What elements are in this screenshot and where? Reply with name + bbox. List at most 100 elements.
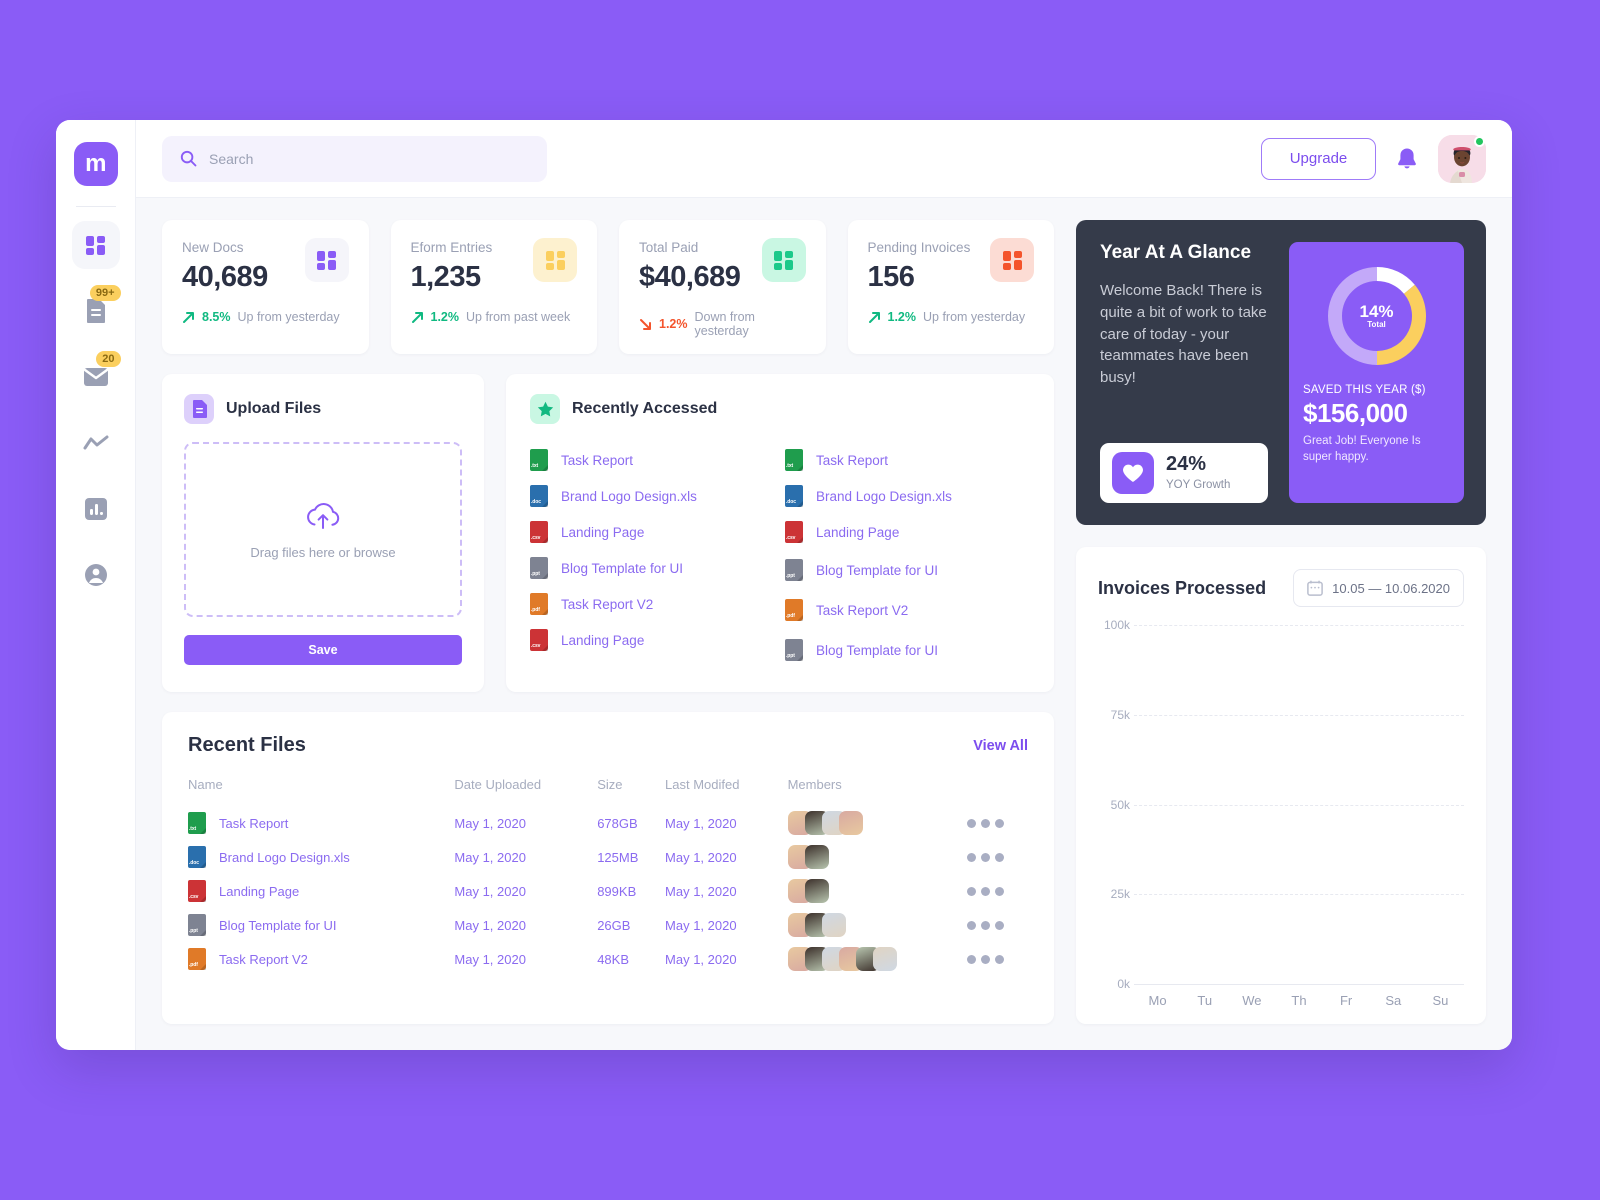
sidebar-item-reports[interactable] (72, 485, 120, 533)
file-type-icon: .csv (785, 521, 803, 543)
file-name[interactable]: Landing Page (219, 884, 299, 899)
cell-actions[interactable] (967, 806, 1028, 840)
list-item[interactable]: .doc Brand Logo Design.xls (785, 478, 1030, 514)
stat-value: 1,235 (410, 261, 482, 293)
right-column: Year At A Glance Welcome Back! There is … (1076, 220, 1486, 1024)
upgrade-button[interactable]: Upgrade (1261, 137, 1376, 180)
file-name: Task Report V2 (816, 602, 909, 618)
sidebar-item-documents[interactable]: 99+ (72, 285, 121, 335)
stat-card: Eform Entries 1,235 1.2% Up from past week (390, 220, 597, 354)
cell-actions[interactable] (967, 942, 1028, 976)
avatar[interactable] (1438, 134, 1486, 183)
list-item[interactable]: .csv Landing Page (530, 514, 775, 550)
stat-note: Up from yesterday (923, 310, 1026, 324)
upload-panel-header: Upload Files (184, 394, 462, 424)
avatar (838, 811, 863, 835)
app-logo[interactable]: m (73, 142, 118, 186)
main-area: Search Upgrade New Docs 40,689 8.5% Up f… (136, 120, 1512, 1050)
y-axis-tick-label: 75k (1110, 707, 1130, 722)
sidebar-item-profile[interactable] (72, 551, 120, 599)
stat-percent: 1.2% (887, 310, 917, 324)
x-axis-tick-label: Fr (1339, 993, 1353, 1008)
stat-cards-row: New Docs 40,689 8.5% Up from yesterday Eform… (162, 220, 1054, 354)
kebab-menu-icon[interactable] (967, 886, 1028, 896)
cell-actions[interactable] (967, 840, 1028, 874)
search-input[interactable]: Search (162, 135, 547, 182)
member-avatars (787, 811, 967, 835)
file-name[interactable]: Task Report V2 (219, 952, 308, 967)
table-row[interactable]: .csv Landing Page May 1, 2020 899KB May 1, 2… (188, 874, 1028, 908)
content: New Docs 40,689 8.5% Up from yesterday Eform… (136, 198, 1512, 1050)
member-avatars (787, 913, 967, 937)
x-axis-tick-label: We (1242, 993, 1262, 1008)
chart-gridline (1134, 984, 1464, 985)
kebab-menu-icon[interactable] (967, 954, 1028, 964)
file-name[interactable]: Brand Logo Design.xls (219, 850, 350, 865)
list-item[interactable]: .ppt Blog Template for UI (785, 550, 1030, 590)
bar-chart-icon (84, 498, 107, 520)
member-avatars (787, 947, 967, 971)
stat-icon (990, 238, 1034, 282)
stat-note: Up from yesterday (237, 310, 340, 324)
file-name[interactable]: Task Report (219, 816, 288, 831)
list-item[interactable]: .pdf Task Report V2 (530, 586, 775, 622)
donut-center-percent: 14% (1359, 301, 1394, 321)
user-circle-icon (84, 563, 108, 587)
cell-size: 678GB (597, 815, 638, 831)
y-axis-tick-label: 100k (1103, 618, 1130, 632)
view-all-link[interactable]: View All (973, 738, 1028, 754)
yag-title: Year At A Glance (1100, 242, 1252, 263)
table-row[interactable]: .pdf Task Report V2 May 1, 2020 48KB May 1, … (188, 942, 1028, 976)
document-upload-icon (184, 394, 214, 424)
chart-header: Invoices Processed 10.05 — 10.06.2020 (1098, 569, 1464, 607)
list-item[interactable]: .doc Brand Logo Design.xls (530, 478, 775, 514)
cell-date-uploaded: May 1, 2020 (454, 815, 526, 831)
recently-accessed-columns: .txt Task Report .doc Brand Logo Design.xls… (530, 442, 1030, 670)
list-item[interactable]: .txt Task Report (530, 442, 775, 478)
list-item[interactable]: .ppt Blog Template for UI (530, 550, 775, 586)
stat-note: Down from yesterday (694, 310, 755, 338)
file-dropzone[interactable]: Drag files here or browse (184, 442, 462, 617)
kebab-menu-icon[interactable] (967, 920, 1028, 930)
grid-icon (1002, 250, 1022, 270)
file-name: Landing Page (816, 524, 900, 540)
list-item[interactable]: .csv Landing Page (530, 622, 775, 658)
list-item[interactable]: .csv Landing Page (785, 514, 1030, 550)
sidebar-item-dashboard[interactable] (71, 221, 120, 269)
saved-this-year-note: Great Job! Everyone Is super happy. (1303, 435, 1421, 463)
saved-this-year-value: $156,000 (1303, 398, 1408, 428)
logo-letter: m (85, 150, 106, 177)
list-item[interactable]: .pdf Task Report V2 (785, 590, 1030, 630)
cell-actions[interactable] (967, 874, 1028, 908)
activity-line-icon (83, 435, 109, 451)
recently-accessed-title: Recently Accessed (572, 400, 718, 417)
cloud-upload-icon (304, 500, 342, 532)
invoices-processed-card: Invoices Processed 10.05 — 10.06.2020 0k… (1076, 547, 1486, 1024)
file-name: Brand Logo Design.xls (561, 488, 697, 504)
kebab-menu-icon[interactable] (967, 852, 1028, 862)
cell-actions[interactable] (967, 908, 1028, 942)
y-axis-tick-label: 50k (1110, 797, 1130, 812)
save-button[interactable]: Save (184, 635, 462, 665)
stat-label: Eform Entries (410, 240, 493, 255)
sidebar-item-mail[interactable]: 20 (72, 351, 121, 401)
file-name[interactable]: Blog Template for UI (219, 918, 337, 933)
trend-arrow-icon (868, 311, 881, 324)
table-row[interactable]: .ppt Blog Template for UI May 1, 2020 26GB M… (188, 908, 1028, 942)
topbar-actions: Upgrade (1261, 134, 1486, 183)
date-range-picker[interactable]: 10.05 — 10.06.2020 (1293, 569, 1464, 607)
file-type-icon: .doc (188, 846, 206, 868)
table-row[interactable]: .txt Task Report May 1, 2020 678GB May 1, 20… (188, 806, 1028, 840)
sidebar-item-analytics[interactable] (72, 419, 120, 467)
recently-accessed-panel: Recently Accessed .txt Task Report .doc Bra… (506, 374, 1054, 692)
notifications-button[interactable] (1396, 147, 1418, 171)
list-item[interactable]: .ppt Blog Template for UI (785, 630, 1030, 670)
kebab-menu-icon[interactable] (967, 818, 1028, 828)
file-name: Task Report V2 (561, 596, 654, 612)
cell-last-modified: May 1, 2020 (665, 951, 737, 967)
cell-size: 26GB (597, 917, 631, 933)
table-row[interactable]: .doc Brand Logo Design.xls May 1, 2020 125M… (188, 840, 1028, 874)
cell-date-uploaded: May 1, 2020 (454, 849, 526, 865)
grid-icon (545, 250, 565, 270)
list-item[interactable]: .txt Task Report (785, 442, 1030, 478)
